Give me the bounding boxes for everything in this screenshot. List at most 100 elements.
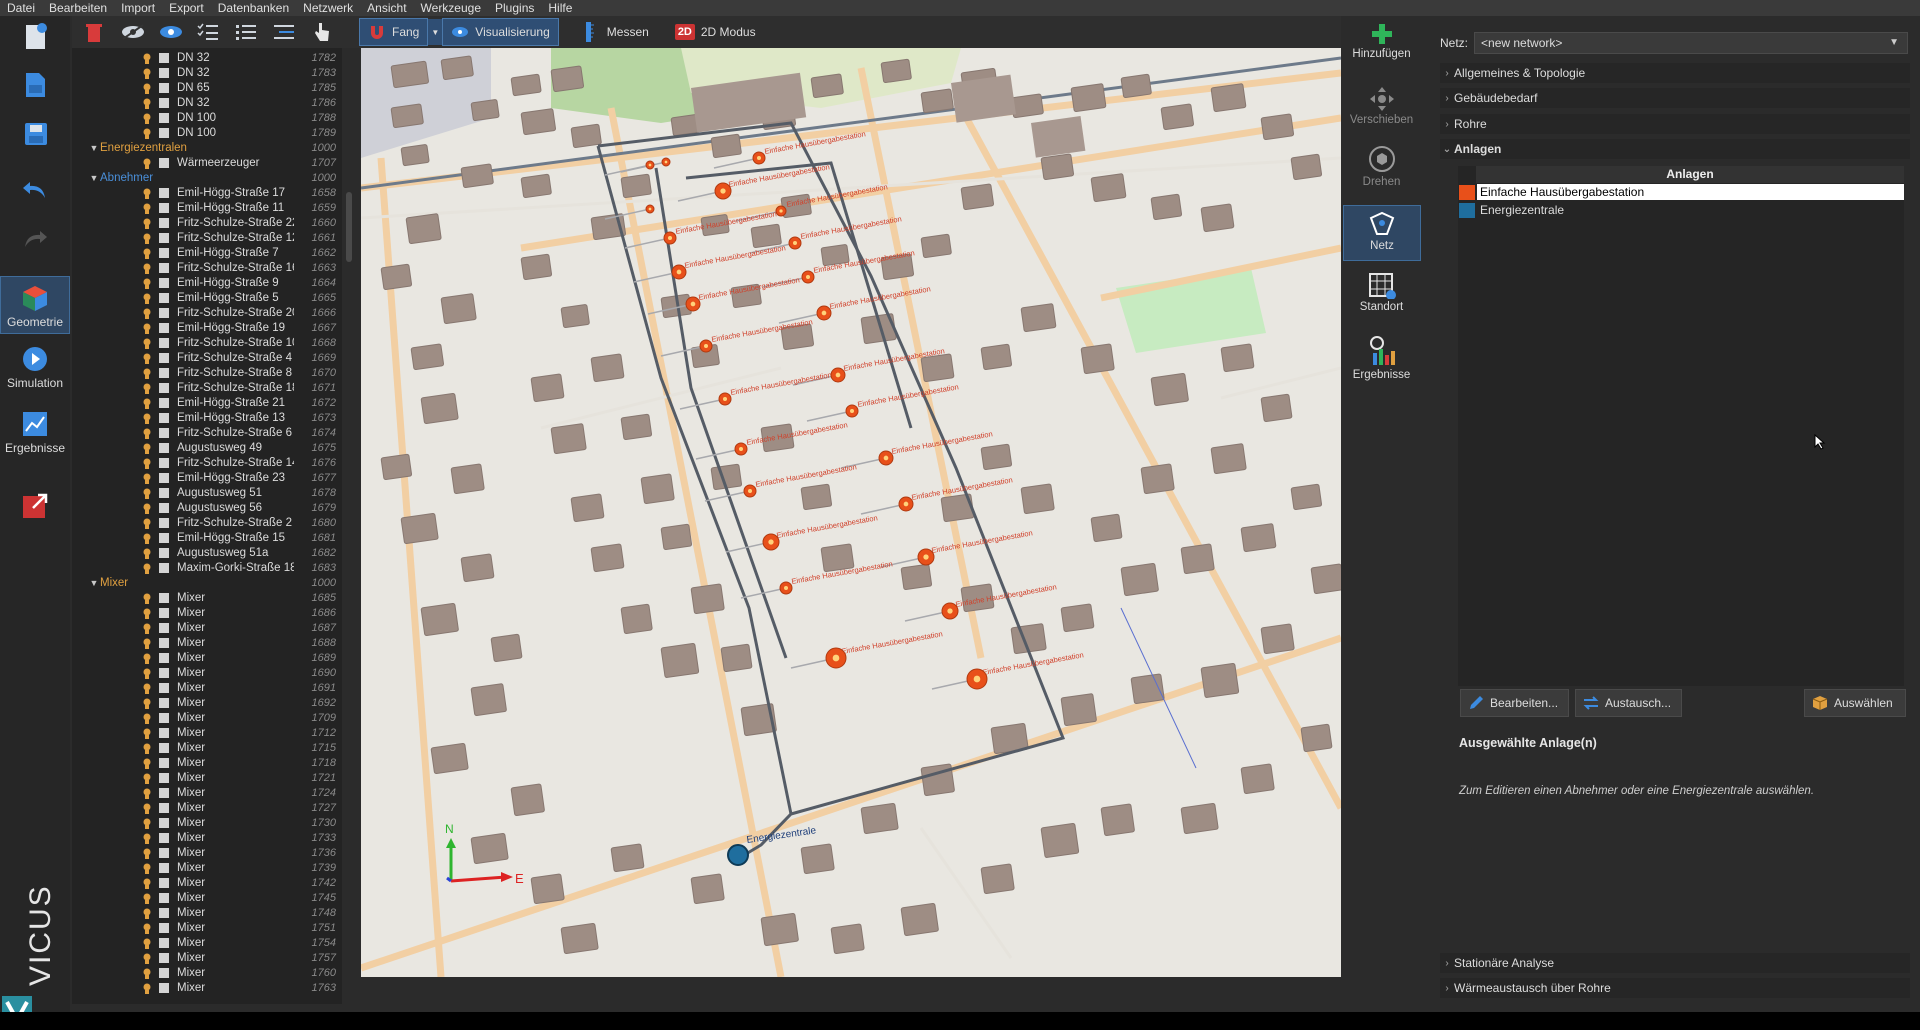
bulb-icon[interactable] bbox=[142, 338, 152, 349]
visibility-checkbox[interactable] bbox=[159, 337, 169, 348]
visibility-checkbox[interactable] bbox=[159, 877, 169, 888]
export-report-button[interactable] bbox=[0, 490, 70, 522]
bulb-icon[interactable] bbox=[142, 203, 152, 214]
bulb-icon[interactable] bbox=[142, 788, 152, 799]
visibility-checkbox[interactable] bbox=[159, 367, 169, 378]
tree-row[interactable]: Mixer 1687 bbox=[72, 620, 342, 635]
expand-toggle-icon[interactable]: ▼ bbox=[88, 143, 100, 153]
mode-geometrie[interactable]: Geometrie bbox=[0, 276, 70, 334]
visibility-checkbox[interactable] bbox=[159, 667, 169, 678]
tree-row[interactable]: Emil-Högg-Straße 5 1665 bbox=[72, 290, 342, 305]
tree-row[interactable]: Mixer 1742 bbox=[72, 875, 342, 890]
bulb-icon[interactable] bbox=[142, 323, 152, 334]
tool-ergebnisse[interactable]: Ergebnisse bbox=[1341, 335, 1422, 381]
anlagen-row[interactable]: Energiezentrale bbox=[1458, 201, 1904, 219]
select-button[interactable]: Auswählen bbox=[1804, 689, 1906, 717]
bulb-icon[interactable] bbox=[142, 428, 152, 439]
tree-row[interactable]: DN 32 1782 bbox=[72, 50, 342, 65]
bulb-icon[interactable] bbox=[142, 263, 152, 274]
visibility-checkbox[interactable] bbox=[159, 952, 169, 963]
bulb-icon[interactable] bbox=[142, 113, 152, 124]
bulb-icon[interactable] bbox=[142, 383, 152, 394]
visibility-checkbox[interactable] bbox=[159, 982, 169, 993]
tree-row[interactable]: Mixer 1757 bbox=[72, 950, 342, 965]
bulb-icon[interactable] bbox=[142, 488, 152, 499]
bulb-icon[interactable] bbox=[142, 128, 152, 139]
visibility-checkbox[interactable] bbox=[159, 217, 169, 228]
check-list-button[interactable] bbox=[196, 20, 220, 44]
indent-list-button[interactable] bbox=[272, 20, 296, 44]
visibility-checkbox[interactable] bbox=[159, 262, 169, 273]
visibility-checkbox[interactable] bbox=[159, 97, 169, 108]
visibility-checkbox[interactable] bbox=[159, 847, 169, 858]
mode-ergebnisse[interactable]: Ergebnisse bbox=[0, 409, 70, 455]
tree-row[interactable]: Fritz-Schulze-Straße 6 1674 bbox=[72, 425, 342, 440]
bulb-icon[interactable] bbox=[142, 593, 152, 604]
visibility-checkbox[interactable] bbox=[159, 157, 169, 168]
bulb-icon[interactable] bbox=[142, 743, 152, 754]
tree-row[interactable]: Emil-Högg-Straße 15 1681 bbox=[72, 530, 342, 545]
section-stationaere-analyse[interactable]: › Stationäre Analyse bbox=[1440, 953, 1910, 973]
tree-row[interactable]: Mixer 1686 bbox=[72, 605, 342, 620]
tree-row[interactable]: DN 65 1785 bbox=[72, 80, 342, 95]
tool-verschieben[interactable]: Verschieben bbox=[1341, 86, 1422, 126]
tree-row[interactable]: Mixer 1712 bbox=[72, 725, 342, 740]
bulb-icon[interactable] bbox=[142, 188, 152, 199]
visibility-checkbox[interactable] bbox=[159, 787, 169, 798]
tree-row[interactable]: Mixer 1763 bbox=[72, 980, 342, 995]
bulb-icon[interactable] bbox=[142, 398, 152, 409]
tree-row[interactable]: Mixer 1739 bbox=[72, 860, 342, 875]
tree-row[interactable]: DN 100 1788 bbox=[72, 110, 342, 125]
tree-row[interactable]: Mixer 1733 bbox=[72, 830, 342, 845]
tree-row[interactable]: Emil-Högg-Straße 21 1672 bbox=[72, 395, 342, 410]
snap-toggle[interactable]: Fang bbox=[359, 18, 429, 46]
visibility-checkbox[interactable] bbox=[159, 82, 169, 93]
visibility-checkbox[interactable] bbox=[159, 682, 169, 693]
menu-item[interactable]: Hilfe bbox=[541, 0, 579, 16]
tree-row[interactable]: Fritz-Schulze-Straße 10 1668 bbox=[72, 335, 342, 350]
tree-row[interactable]: Mixer 1745 bbox=[72, 890, 342, 905]
visibility-checkbox[interactable] bbox=[159, 892, 169, 903]
map-viewport[interactable]: Einfache Hausübergabestation Einfache Hau… bbox=[361, 48, 1341, 977]
bulb-icon[interactable] bbox=[142, 728, 152, 739]
visibility-checkbox[interactable] bbox=[159, 442, 169, 453]
bulb-icon[interactable] bbox=[142, 893, 152, 904]
tree-row[interactable]: Emil-Högg-Straße 7 1662 bbox=[72, 245, 342, 260]
visibility-checkbox[interactable] bbox=[159, 712, 169, 723]
visibility-checkbox[interactable] bbox=[159, 472, 169, 483]
menu-item[interactable]: Werkzeuge bbox=[414, 0, 488, 16]
visibility-checkbox[interactable] bbox=[159, 757, 169, 768]
menu-item[interactable]: Datenbanken bbox=[211, 0, 296, 16]
bulb-icon[interactable] bbox=[142, 533, 152, 544]
tree-row[interactable]: Mixer 1748 bbox=[72, 905, 342, 920]
new-file-button[interactable] bbox=[0, 22, 70, 52]
bulb-icon[interactable] bbox=[142, 653, 152, 664]
bulb-icon[interactable] bbox=[142, 308, 152, 319]
visibility-checkbox[interactable] bbox=[159, 352, 169, 363]
snap-dropdown[interactable]: ▼ bbox=[428, 19, 443, 45]
expand-toggle-icon[interactable]: ▼ bbox=[88, 578, 100, 588]
undo-button[interactable] bbox=[0, 174, 70, 204]
bulb-icon[interactable] bbox=[142, 98, 152, 109]
bulb-icon[interactable] bbox=[142, 458, 152, 469]
list-button[interactable] bbox=[234, 20, 258, 44]
tree-row[interactable]: Mixer 1754 bbox=[72, 935, 342, 950]
measure-button[interactable]: Messen bbox=[573, 19, 657, 45]
mode-simulation[interactable]: Simulation bbox=[0, 344, 70, 390]
visibility-checkbox[interactable] bbox=[159, 382, 169, 393]
bulb-icon[interactable] bbox=[142, 443, 152, 454]
bulb-icon[interactable] bbox=[142, 698, 152, 709]
visibility-checkbox[interactable] bbox=[159, 412, 169, 423]
visibility-checkbox[interactable] bbox=[159, 607, 169, 618]
hide-button[interactable] bbox=[120, 20, 144, 44]
tree-row[interactable]: DN 100 1789 bbox=[72, 125, 342, 140]
visibility-checkbox[interactable] bbox=[159, 907, 169, 918]
bulb-icon[interactable] bbox=[142, 968, 152, 979]
visibility-checkbox[interactable] bbox=[159, 397, 169, 408]
tool-drehen[interactable]: Drehen bbox=[1341, 144, 1422, 188]
menu-item[interactable]: Ansicht bbox=[360, 0, 413, 16]
tree-row[interactable]: Mixer 1751 bbox=[72, 920, 342, 935]
bulb-icon[interactable] bbox=[142, 983, 152, 994]
delete-button[interactable] bbox=[82, 20, 106, 44]
tree-scrollbar[interactable] bbox=[344, 52, 354, 1004]
